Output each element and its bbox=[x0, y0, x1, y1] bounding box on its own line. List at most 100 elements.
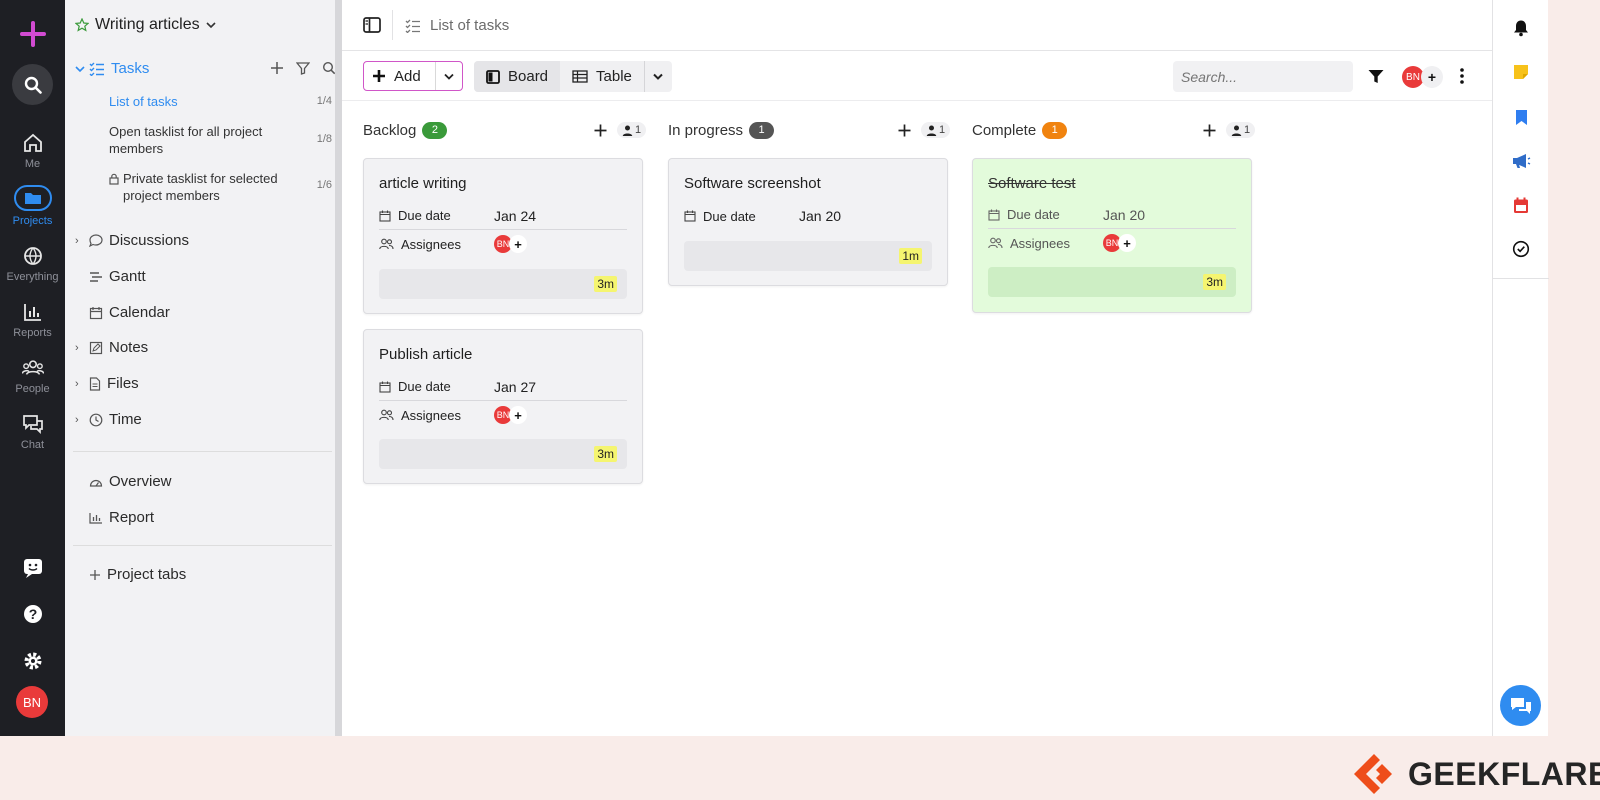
task-card[interactable]: Publish article Due date Jan 27 Assignee… bbox=[363, 329, 643, 484]
task-card[interactable]: article writing Due date Jan 24 Assignee… bbox=[363, 158, 643, 314]
assignees-field[interactable]: Assignees BN + bbox=[988, 229, 1236, 257]
create-button[interactable] bbox=[12, 13, 53, 54]
filter-icon[interactable] bbox=[296, 61, 310, 75]
add-task-icon[interactable] bbox=[898, 124, 911, 137]
chevron-right-icon[interactable]: › bbox=[75, 414, 79, 426]
more-options-button[interactable] bbox=[1460, 68, 1464, 89]
user-avatar[interactable]: BN bbox=[16, 686, 48, 718]
time-tracked-badge[interactable]: 1m bbox=[899, 248, 922, 264]
support-chat-button[interactable] bbox=[1500, 685, 1541, 726]
assignees-field[interactable]: Assignees BN + bbox=[379, 401, 627, 429]
feedback-button[interactable] bbox=[12, 547, 53, 588]
timer-button[interactable] bbox=[1510, 238, 1532, 260]
bookmarks-button[interactable] bbox=[1510, 106, 1532, 128]
calendar-icon bbox=[1514, 197, 1528, 213]
add-dropdown-button[interactable] bbox=[436, 73, 462, 80]
rail-label: Projects bbox=[12, 215, 53, 227]
due-date-field[interactable]: Due date Jan 24 bbox=[379, 202, 627, 230]
sidebar-divider bbox=[73, 545, 332, 546]
due-date-field[interactable]: Due date Jan 20 bbox=[988, 201, 1236, 229]
assignees-field[interactable]: Assignees BN + bbox=[379, 230, 627, 258]
add-tasklist-icon[interactable] bbox=[270, 61, 284, 75]
task-card[interactable]: Software test Due date Jan 20 Assignees … bbox=[972, 158, 1252, 313]
settings-button[interactable] bbox=[12, 640, 53, 681]
section-label: Time bbox=[109, 411, 142, 428]
board-view-tab[interactable]: Board bbox=[474, 61, 561, 92]
time-tracked-badge[interactable]: 3m bbox=[594, 276, 617, 292]
search-input[interactable] bbox=[1173, 61, 1353, 92]
due-date-field[interactable]: Due date Jan 27 bbox=[379, 373, 627, 401]
announcements-button[interactable] bbox=[1510, 150, 1532, 172]
sidebar-item-tasks[interactable]: Tasks bbox=[89, 60, 149, 77]
tasklist-item-private[interactable]: Private tasklist for selected project me… bbox=[109, 170, 309, 204]
sidebar-item-gantt[interactable]: Gantt bbox=[89, 268, 146, 285]
task-card[interactable]: Software screenshot Due date Jan 20 1m bbox=[668, 158, 948, 286]
rail-item-me[interactable]: Me bbox=[0, 132, 65, 170]
rail-item-everything[interactable]: Everything bbox=[0, 245, 65, 283]
calendar-button[interactable] bbox=[1510, 194, 1532, 216]
notifications-button[interactable] bbox=[1510, 17, 1532, 39]
sidebar-item-time[interactable]: Time bbox=[89, 411, 142, 428]
table-view-tab[interactable]: Table bbox=[560, 61, 644, 92]
time-tracked-badge[interactable]: 3m bbox=[594, 446, 617, 462]
sticky-notes-button[interactable] bbox=[1510, 61, 1532, 83]
tasklist-icon bbox=[405, 19, 420, 33]
help-icon: ? bbox=[23, 604, 42, 623]
due-date-value: Jan 20 bbox=[1103, 206, 1146, 223]
sidebar-item-calendar[interactable]: Calendar bbox=[89, 304, 170, 321]
column-members[interactable]: 1 bbox=[921, 122, 951, 138]
project-sidebar: Writing articles Tasks List of tasks 1/4… bbox=[65, 0, 342, 736]
rail-item-people[interactable]: People bbox=[0, 357, 65, 395]
add-member-button[interactable]: + bbox=[1421, 66, 1443, 88]
tasklist-item[interactable]: Open tasklist for all project members bbox=[109, 123, 289, 157]
tasklist-count: 1/6 bbox=[316, 179, 332, 191]
chevron-right-icon[interactable]: › bbox=[75, 235, 79, 247]
add-button[interactable]: Add bbox=[364, 62, 436, 90]
chevron-right-icon[interactable]: › bbox=[75, 378, 79, 390]
members-group[interactable]: BN + bbox=[1402, 66, 1443, 88]
add-task-icon[interactable] bbox=[1203, 124, 1216, 137]
sidebar-item-discussions[interactable]: Discussions bbox=[89, 232, 189, 249]
star-icon[interactable] bbox=[75, 18, 89, 32]
tasks-collapse-caret[interactable] bbox=[75, 64, 85, 76]
member-count: 1 bbox=[635, 124, 642, 136]
task-title[interactable]: Software test bbox=[988, 175, 1076, 192]
column-actions: 1 bbox=[898, 118, 951, 142]
project-tabs-button[interactable]: Project tabs bbox=[89, 566, 186, 583]
sidebar-item-overview[interactable]: Overview bbox=[89, 473, 172, 490]
search-icon[interactable] bbox=[322, 61, 336, 75]
project-title[interactable]: Writing articles bbox=[75, 16, 216, 34]
rail-item-chat[interactable]: Chat bbox=[0, 413, 65, 451]
search-button[interactable] bbox=[12, 64, 53, 105]
task-title[interactable]: Publish article bbox=[379, 346, 472, 363]
file-icon bbox=[89, 376, 101, 391]
time-tracked-badge[interactable]: 3m bbox=[1203, 274, 1226, 290]
due-date-value: Jan 24 bbox=[494, 207, 537, 224]
card-footer: 3m bbox=[988, 267, 1236, 297]
rail-item-reports[interactable]: Reports bbox=[0, 301, 65, 339]
due-date-field[interactable]: Due date Jan 20 bbox=[684, 202, 932, 230]
add-assignee-button[interactable]: + bbox=[509, 235, 527, 253]
chevron-right-icon[interactable]: › bbox=[75, 342, 79, 354]
breadcrumb[interactable]: List of tasks bbox=[405, 17, 509, 34]
add-assignee-button[interactable]: + bbox=[509, 406, 527, 424]
sidebar-item-report[interactable]: Report bbox=[89, 509, 154, 526]
sidebar-item-files[interactable]: Files bbox=[89, 375, 139, 392]
toggle-sidebar-button[interactable] bbox=[363, 17, 381, 38]
rail-item-projects[interactable]: Projects bbox=[0, 185, 65, 227]
sidebar-item-notes[interactable]: Notes bbox=[89, 339, 148, 356]
column-members[interactable]: 1 bbox=[1226, 122, 1256, 138]
column-members[interactable]: 1 bbox=[617, 122, 647, 138]
task-title[interactable]: article writing bbox=[379, 175, 467, 192]
filter-button[interactable] bbox=[1368, 69, 1384, 89]
view-switcher: Board Table bbox=[474, 61, 672, 92]
report-icon bbox=[89, 512, 102, 524]
add-assignee-button[interactable]: + bbox=[1118, 234, 1136, 252]
sidebar-scrollbar[interactable] bbox=[335, 0, 342, 736]
help-button[interactable]: ? bbox=[12, 593, 53, 634]
task-title[interactable]: Software screenshot bbox=[684, 175, 821, 192]
tasklist-item[interactable]: List of tasks bbox=[109, 93, 178, 110]
view-dropdown-button[interactable] bbox=[643, 61, 672, 92]
add-task-icon[interactable] bbox=[594, 124, 607, 137]
chevron-down-icon bbox=[444, 73, 454, 80]
